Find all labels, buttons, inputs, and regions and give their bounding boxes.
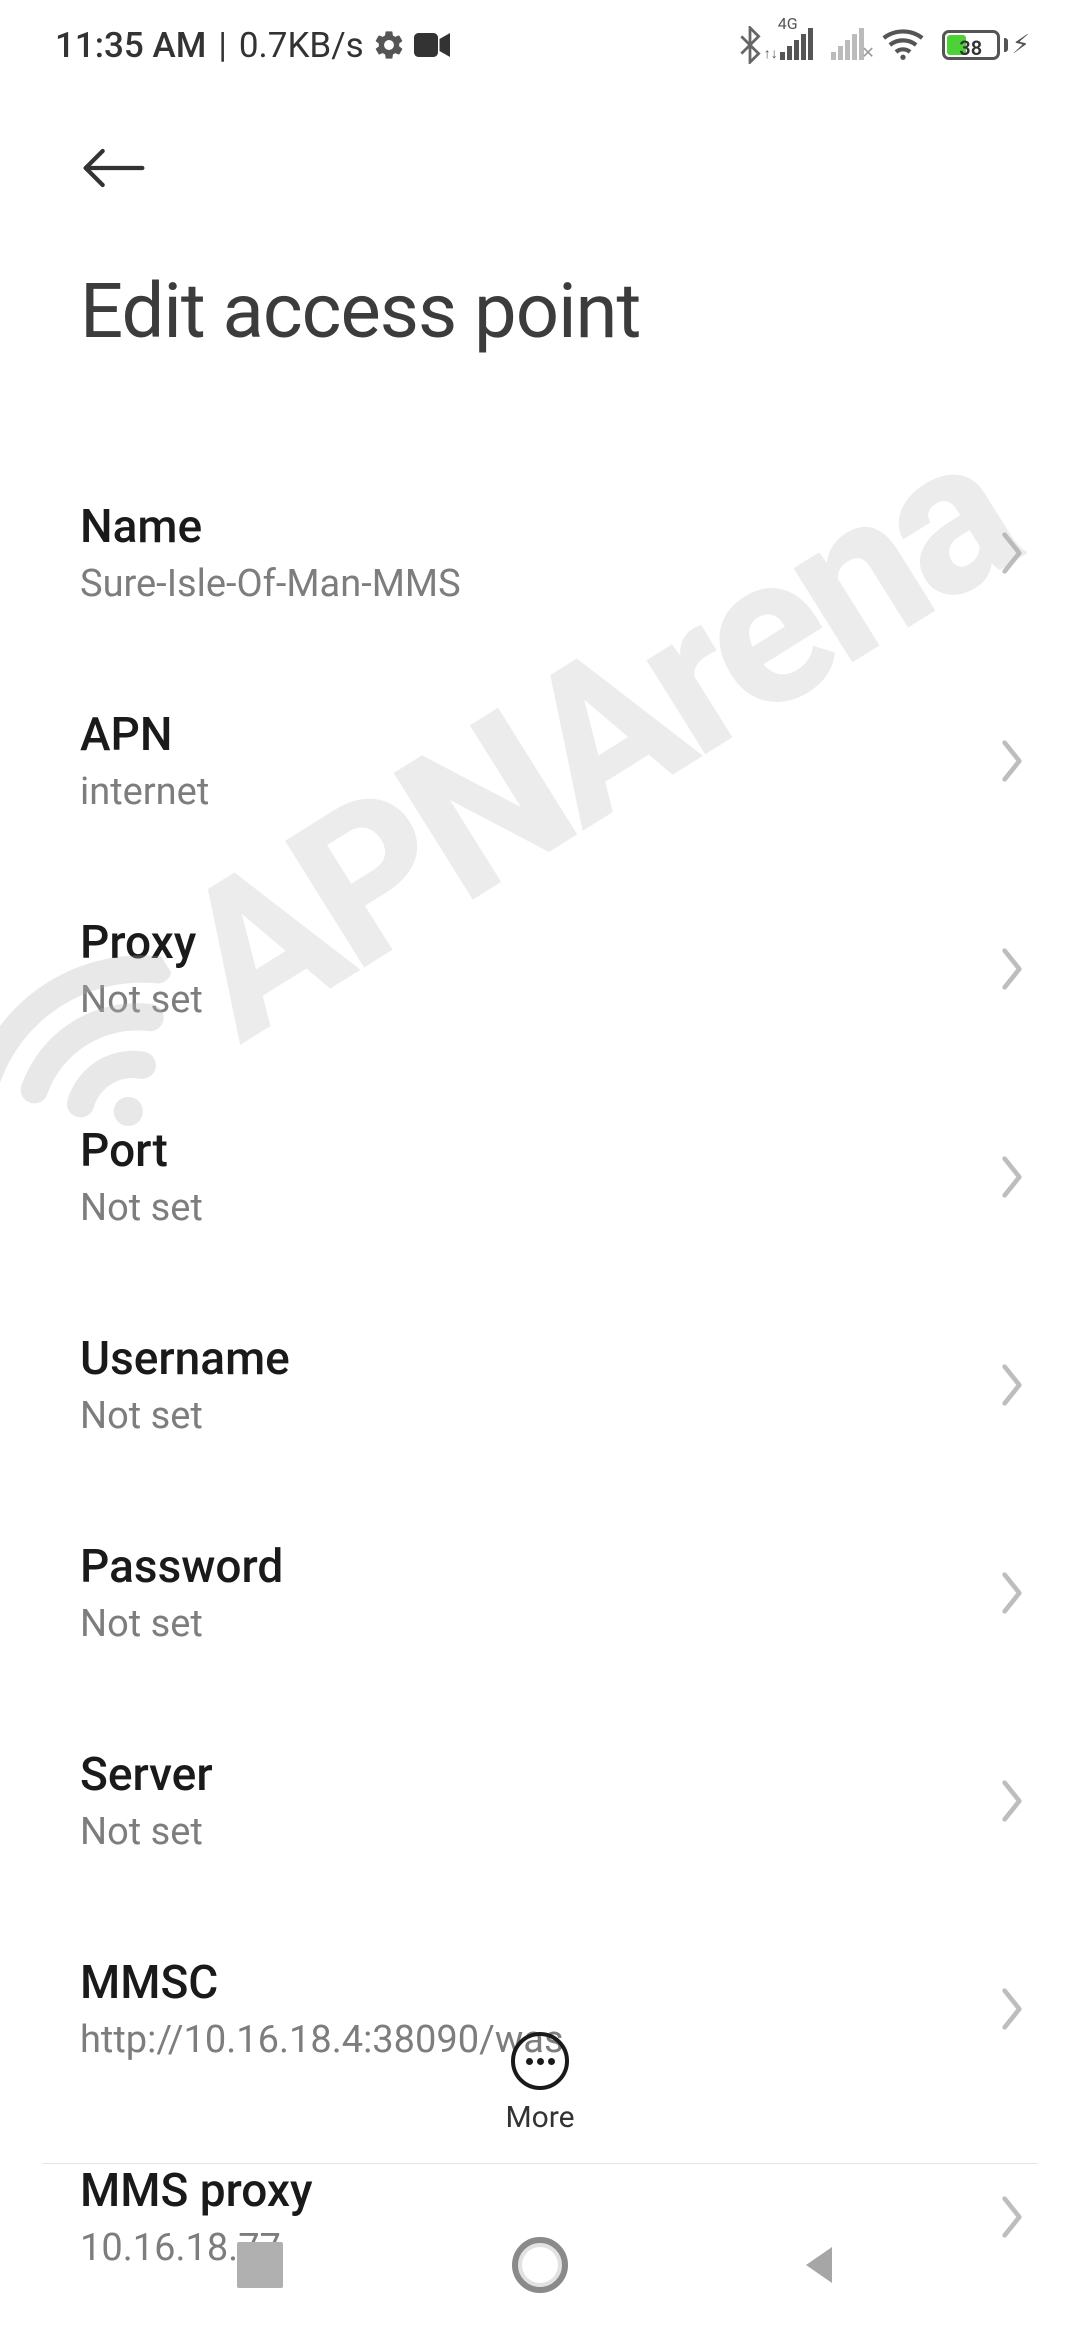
setting-title: Name [80,500,461,554]
setting-value: Not set [80,1810,213,1854]
setting-server[interactable]: Server Not set [80,1714,1026,1922]
signal-nosim-icon: ✕ [831,30,864,60]
setting-username[interactable]: Username Not set [80,1298,1026,1506]
circle-icon [512,2237,568,2293]
status-data-rate: 0.7KB/s [239,25,364,66]
battery-indicator: 38 ⚡︎ [942,30,1030,60]
more-button[interactable]: More [0,2032,1080,2135]
setting-value: internet [80,770,209,814]
setting-title: Password [80,1540,283,1594]
setting-title: MMSC [80,1956,564,2010]
bluetooth-icon [738,26,762,64]
page-header: Edit access point [0,90,1080,356]
chevron-right-icon [998,1571,1026,1615]
navigation-bar [0,2190,1080,2340]
back-button[interactable] [80,130,156,206]
page-title: Edit access point [80,266,1000,356]
setting-proxy[interactable]: Proxy Not set [80,882,1026,1090]
setting-title: Username [80,1332,290,1386]
setting-port[interactable]: Port Not set [80,1090,1026,1298]
chevron-right-icon [998,1987,1026,2031]
signal-x-icon: ✕ [861,43,874,62]
nav-recents-button[interactable] [210,2215,310,2315]
setting-password[interactable]: Password Not set [80,1506,1026,1714]
more-icon [511,2032,569,2090]
chevron-right-icon [998,1155,1026,1199]
chevron-right-icon [998,739,1026,783]
charging-icon: ⚡︎ [1012,30,1030,60]
status-separator: | [218,25,227,66]
wifi-icon [882,29,924,61]
nav-back-button[interactable] [770,2215,870,2315]
setting-value: Not set [80,978,203,1022]
setting-title: Server [80,1748,213,1802]
arrow-left-icon [80,144,148,192]
setting-value: Sure-Isle-Of-Man-MMS [80,562,461,606]
nav-home-button[interactable] [490,2215,590,2315]
setting-name[interactable]: Name Sure-Isle-Of-Man-MMS [80,466,1026,674]
setting-apn[interactable]: APN internet [80,674,1026,882]
setting-title: APN [80,708,209,762]
status-bar: 11:35 AM | 0.7KB/s 4G ↑↓ ✕ 38 [0,0,1080,90]
setting-title: Proxy [80,916,203,970]
signal-4g-label: 4G [778,14,798,33]
battery-percent: 38 [945,36,997,60]
more-label: More [505,2100,574,2135]
navbar-divider [42,2163,1038,2164]
camera-icon [414,32,450,58]
setting-value: Not set [80,1186,203,1230]
signal-arrows-icon: ↑↓ [764,45,778,62]
chevron-right-icon [998,947,1026,991]
triangle-left-icon [796,2241,844,2289]
status-bar-left: 11:35 AM | 0.7KB/s [55,25,450,66]
status-bar-right: 4G ↑↓ ✕ 38 ⚡︎ [738,26,1030,64]
setting-value: Not set [80,1602,283,1646]
gear-icon [372,28,406,62]
chevron-right-icon [998,1779,1026,1823]
setting-value: Not set [80,1394,290,1438]
signal-4g-icon: 4G ↑↓ [780,30,813,60]
setting-title: Port [80,1124,203,1178]
chevron-right-icon [998,531,1026,575]
square-icon [237,2242,283,2288]
chevron-right-icon [998,1363,1026,1407]
status-time: 11:35 AM [55,25,206,66]
